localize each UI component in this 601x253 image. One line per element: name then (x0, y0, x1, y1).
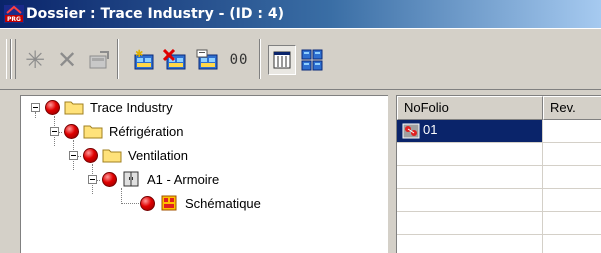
dossier-window: PRG Dossier : Trace Industry - (ID : 4) … (0, 0, 601, 253)
cabinet-icon (123, 171, 139, 187)
status-red-icon (64, 123, 79, 139)
grid-view-icon (301, 49, 323, 71)
tree-node-armoire[interactable]: A1 - Armoire (102, 169, 219, 189)
status-red-icon (83, 147, 98, 163)
pane-splitter[interactable] (388, 95, 396, 253)
delete-x-icon: ✕ (56, 46, 78, 74)
schematic-icon (161, 195, 177, 211)
toolbar-separator-2 (259, 39, 261, 79)
tree-expander-ventilation[interactable] (69, 151, 78, 160)
empty-row (397, 235, 601, 253)
column-header-nofolio[interactable]: NoFolio (397, 96, 543, 120)
new-star-icon: ✳ (24, 46, 46, 74)
column-header-rev[interactable]: Rev. (543, 96, 601, 120)
folio-icon (402, 123, 420, 139)
properties-icon (89, 51, 109, 69)
title-bar[interactable]: PRG Dossier : Trace Industry - (ID : 4) (0, 0, 601, 28)
cell-rev[interactable] (543, 120, 601, 143)
status-red-icon (140, 195, 155, 211)
empty-row (397, 212, 601, 235)
tree-node-refrigeration[interactable]: Réfrigération (64, 121, 183, 141)
folder-icon (102, 149, 122, 163)
empty-row (397, 143, 601, 166)
toolbar-grip-2[interactable] (11, 39, 16, 79)
grid-view-button[interactable] (299, 47, 325, 73)
tree-node-ventilation[interactable]: Ventilation (83, 145, 188, 165)
tree-expander-armoire[interactable] (88, 175, 97, 184)
add-component-button[interactable]: ✱ (130, 47, 156, 73)
tree-expander-trace-industry[interactable] (31, 103, 40, 112)
delete-button[interactable]: ✕ (54, 47, 80, 73)
status-red-icon (102, 171, 117, 187)
tree-node-schematique[interactable]: Schématique (140, 193, 261, 213)
prg-app-icon[interactable]: PRG (4, 5, 24, 23)
tree-node-label: Réfrigération (109, 123, 184, 139)
table-row[interactable]: 01 (397, 120, 543, 143)
list-view-icon (273, 51, 291, 69)
list-view-button[interactable] (268, 45, 296, 75)
cell-nofolio: 01 (423, 122, 438, 137)
svg-text:✱: ✱ (135, 49, 143, 60)
view-button[interactable]: 00 (226, 47, 252, 73)
prg-logo-text: PRG (7, 16, 21, 23)
tree-node-label: Trace Industry (90, 99, 173, 115)
empty-row (397, 166, 601, 189)
tree-view[interactable]: Trace Industry Réfrigération Ventilation (20, 95, 388, 253)
remove-component-icon (163, 49, 186, 70)
window-title: Dossier : Trace Industry - (ID : 4) (26, 6, 284, 22)
remove-component-button[interactable] (162, 47, 188, 73)
folio-grid[interactable]: NoFolio Rev. 01 (396, 95, 601, 253)
empty-row (397, 189, 601, 212)
properties-button[interactable] (86, 47, 112, 73)
add-component-icon: ✱ (134, 49, 154, 70)
tree-expander-refrigeration[interactable] (50, 127, 59, 136)
toolbar: ✳ ✕ ✱ 00 (0, 28, 601, 90)
edit-component-icon (196, 49, 218, 70)
folder-icon (64, 101, 84, 115)
folder-icon (83, 125, 103, 139)
toolbar-separator (117, 39, 119, 79)
view-oo-icon: 00 (229, 52, 249, 68)
tree-node-label: Ventilation (128, 147, 188, 163)
new-button[interactable]: ✳ (22, 47, 48, 73)
tree-node-trace-industry[interactable]: Trace Industry (45, 97, 173, 117)
column-divider (542, 120, 543, 253)
tree-node-label: Schématique (185, 195, 261, 211)
status-red-icon (45, 99, 60, 115)
edit-component-button[interactable] (194, 47, 220, 73)
tree-node-label: A1 - Armoire (147, 171, 220, 187)
